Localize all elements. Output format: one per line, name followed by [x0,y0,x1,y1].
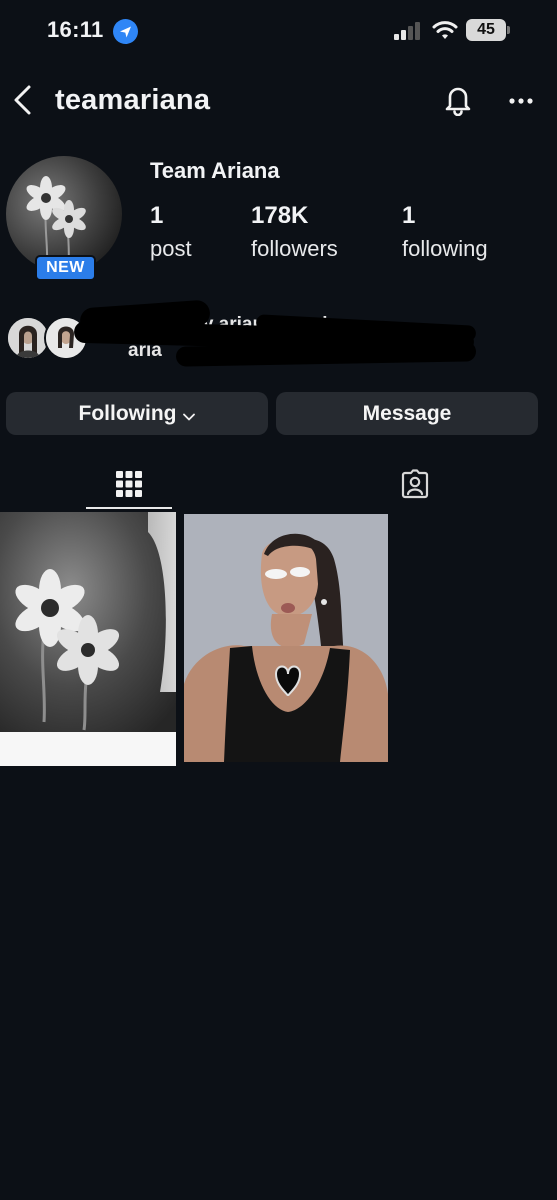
message-button-label: Message [362,401,452,425]
more-options-icon[interactable] [508,92,534,110]
selected-tab-indicator [86,507,172,509]
notification-bell-icon[interactable] [442,82,474,121]
posts-label: post [150,236,192,261]
following-label: following [402,236,488,261]
status-bar: 16:11 45 [0,0,557,62]
location-icon [113,19,138,44]
back-chevron-icon[interactable] [10,84,36,121]
tagged-icon [400,468,430,504]
tab-tagged[interactable] [372,462,458,510]
following-button-label: Following [78,401,177,425]
chevron-down-icon [183,403,196,427]
post-thumbnail-flowers[interactable] [0,512,176,766]
profile-header: teamariana [0,70,557,130]
profile-username: teamariana [55,84,211,116]
wifi-icon [432,19,458,46]
battery-nub [507,26,510,34]
posts-count: 1 [150,202,164,229]
following-stat[interactable]: 1 following [402,202,488,262]
followers-count: 178K [251,202,309,229]
new-badge: NEW [35,255,96,281]
post-thumbnail-portrait[interactable] [184,514,388,762]
followers-label: followers [251,236,338,261]
grid-icon [116,470,142,502]
tab-posts-grid[interactable] [86,462,172,510]
followers-stat[interactable]: 178K followers [251,202,338,262]
battery-icon: 45 [466,19,506,41]
redaction-mark [175,341,477,367]
cellular-signal-icon [394,22,422,40]
status-time: 16:11 [47,17,104,42]
display-name: Team Ariana [150,158,280,183]
posts-stat[interactable]: 1 post [150,202,192,262]
following-count: 1 [402,202,416,229]
following-button[interactable]: Following [6,392,268,435]
message-button[interactable]: Message [276,392,538,435]
followed-by-row[interactable]: wed by arianagrande aria [6,299,546,372]
